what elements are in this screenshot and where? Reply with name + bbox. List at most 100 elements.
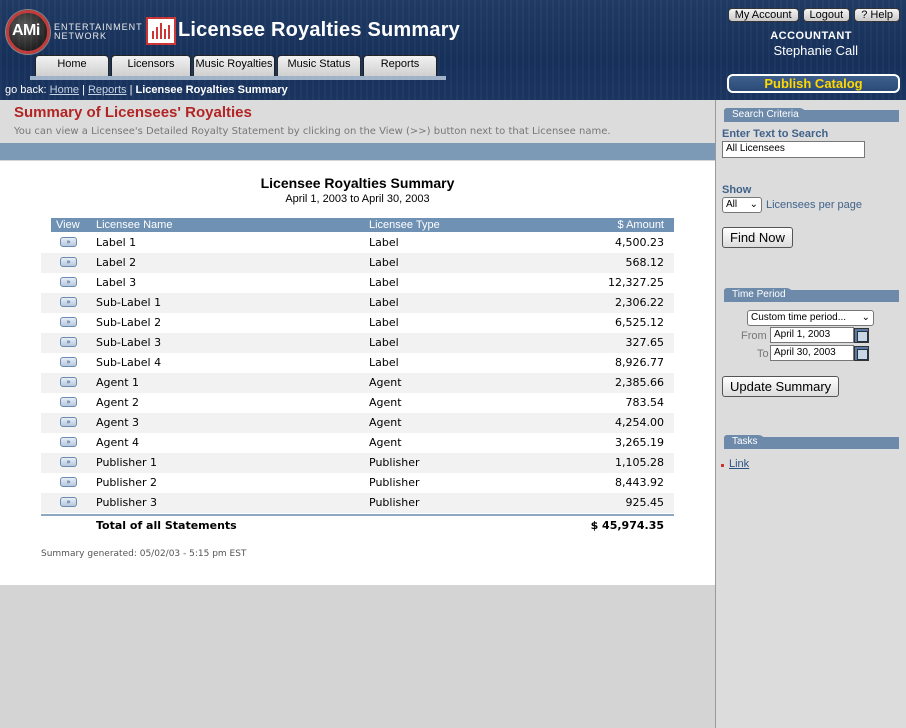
licensee-amount: 2,385.66	[615, 376, 664, 389]
breadcrumb-current: Licensee Royalties Summary	[135, 84, 288, 96]
to-date-input[interactable]: April 30, 2003	[770, 345, 854, 361]
to-calendar-icon[interactable]	[854, 346, 869, 361]
view-button[interactable]: »	[60, 277, 77, 287]
table-row: » Sub-Label 1 Label 2,306.22	[41, 293, 674, 313]
publish-catalog-button[interactable]: Publish Catalog	[727, 74, 900, 93]
licensee-name: Label 3	[96, 276, 137, 289]
show-label: Show	[722, 184, 752, 196]
licensee-amount: 3,265.19	[615, 436, 664, 449]
breadcrumb-home[interactable]: Home	[50, 84, 79, 96]
tasks-header: Tasks	[724, 435, 899, 449]
royalties-table: » Label 1 Label 4,500.23 » Label 2 Label 568.12…	[41, 233, 674, 513]
licensee-type: Label	[369, 336, 399, 349]
tab-music-status[interactable]: Music Status	[277, 55, 361, 77]
user-role: ACCOUNTANT	[770, 30, 852, 42]
search-label: Enter Text to Search	[722, 128, 829, 140]
table-row: » Sub-Label 4 Label 8,926.77	[41, 353, 674, 373]
licensee-amount: 8,443.92	[615, 476, 664, 489]
bullet-icon	[721, 464, 724, 467]
licensee-amount: 783.54	[625, 396, 665, 409]
view-button[interactable]: »	[60, 357, 77, 367]
tab-licensors[interactable]: Licensors	[111, 55, 191, 77]
chevron-down-icon: ⌄	[749, 199, 758, 210]
search-input[interactable]: All Licensees	[722, 141, 865, 158]
search-criteria-title: Search Criteria	[724, 108, 807, 122]
tab-reports[interactable]: Reports	[363, 55, 437, 77]
from-calendar-icon[interactable]	[854, 328, 869, 343]
col-licensee-type: Licensee Type	[369, 219, 440, 231]
view-button[interactable]: »	[60, 297, 77, 307]
tab-underline	[30, 76, 446, 80]
view-button[interactable]: »	[60, 337, 77, 347]
logo-text: AMi	[12, 22, 40, 39]
view-button[interactable]: »	[60, 497, 77, 507]
view-button[interactable]: »	[60, 317, 77, 327]
task-link[interactable]: Link	[729, 458, 749, 470]
breadcrumb-prefix: go back:	[5, 84, 47, 96]
table-row: » Agent 3 Agent 4,254.00	[41, 413, 674, 433]
table-row: » Sub-Label 3 Label 327.65	[41, 333, 674, 353]
licensee-name: Sub-Label 2	[96, 316, 162, 329]
page-title: Summary of Licensees' Royalties	[14, 104, 252, 121]
logout-button[interactable]: Logout	[802, 8, 851, 22]
my-account-button[interactable]: My Account	[727, 8, 799, 22]
licensee-type: Publisher	[369, 456, 420, 469]
licensee-name: Sub-Label 4	[96, 356, 162, 369]
licensee-type: Label	[369, 356, 399, 369]
licensee-name: Publisher 1	[96, 456, 157, 469]
time-period-header: Time Period	[724, 288, 899, 302]
main-nav-tabs: Home Licensors Music Royalties Music Sta…	[35, 55, 439, 77]
time-period-title: Time Period	[724, 288, 794, 302]
col-licensee-name: Licensee Name	[96, 219, 173, 231]
app-title: Licensee Royalties Summary	[178, 19, 460, 41]
main-content: Summary of Licensees' Royalties You can …	[0, 100, 715, 728]
view-button[interactable]: »	[60, 417, 77, 427]
licensee-name: Sub-Label 3	[96, 336, 162, 349]
view-button[interactable]: »	[60, 437, 77, 447]
tab-music-royalties[interactable]: Music Royalties	[193, 55, 275, 77]
chevron-down-icon: ⌄	[861, 312, 870, 323]
tab-home[interactable]: Home	[35, 55, 109, 77]
table-row: » Publisher 1 Publisher 1,105.28	[41, 453, 674, 473]
view-button[interactable]: »	[60, 377, 77, 387]
account-buttons: My Account Logout ? Help	[727, 8, 900, 22]
licensee-amount: 4,254.00	[615, 416, 664, 429]
report-title: Licensee Royalties Summary	[260, 175, 455, 191]
total-label: Total of all Statements	[96, 519, 237, 532]
breadcrumb: go back: Home | Reports | Licensee Royal…	[5, 84, 288, 96]
licensee-type: Publisher	[369, 496, 420, 509]
table-row: » Agent 4 Agent 3,265.19	[41, 433, 674, 453]
time-period-select[interactable]: Custom time period... ⌄	[747, 310, 874, 326]
time-period-value: Custom time period...	[751, 312, 847, 323]
sidebar: Search Criteria Enter Text to Search All…	[715, 100, 906, 728]
per-page-select[interactable]: All ⌄	[722, 197, 762, 213]
view-button[interactable]: »	[60, 237, 77, 247]
per-page-value: All	[726, 199, 738, 210]
breadcrumb-reports[interactable]: Reports	[88, 84, 127, 96]
view-button[interactable]: »	[60, 397, 77, 407]
licensee-amount: 327.65	[625, 336, 665, 349]
licensee-type: Label	[369, 236, 399, 249]
licensee-amount: 925.45	[625, 496, 665, 509]
total-value: $ 45,974.35	[590, 519, 664, 532]
col-amount: $ Amount	[617, 219, 664, 231]
from-date-input[interactable]: April 1, 2003	[770, 327, 854, 343]
licensee-amount: 4,500.23	[615, 236, 664, 249]
update-summary-button[interactable]: Update Summary	[722, 376, 840, 397]
royalty-chart-icon	[146, 17, 176, 45]
report-sheet: Licensee Royalties Summary April 1, 2003…	[0, 161, 715, 585]
table-row: » Label 1 Label 4,500.23	[41, 233, 674, 253]
intro-panel: Summary of Licensees' Royalties You can …	[0, 100, 715, 143]
help-button[interactable]: ? Help	[854, 8, 900, 22]
find-now-button[interactable]: Find Now	[722, 227, 793, 248]
view-button[interactable]: »	[60, 257, 77, 267]
licensee-name: Publisher 2	[96, 476, 157, 489]
view-button[interactable]: »	[60, 457, 77, 467]
licensee-amount: 2,306.22	[615, 296, 664, 309]
to-label: To	[757, 348, 769, 360]
table-row: » Publisher 3 Publisher 925.45	[41, 493, 674, 513]
view-button[interactable]: »	[60, 477, 77, 487]
user-name: Stephanie Call	[773, 43, 858, 58]
licensee-name: Agent 1	[96, 376, 140, 389]
licensee-type: Label	[369, 256, 399, 269]
